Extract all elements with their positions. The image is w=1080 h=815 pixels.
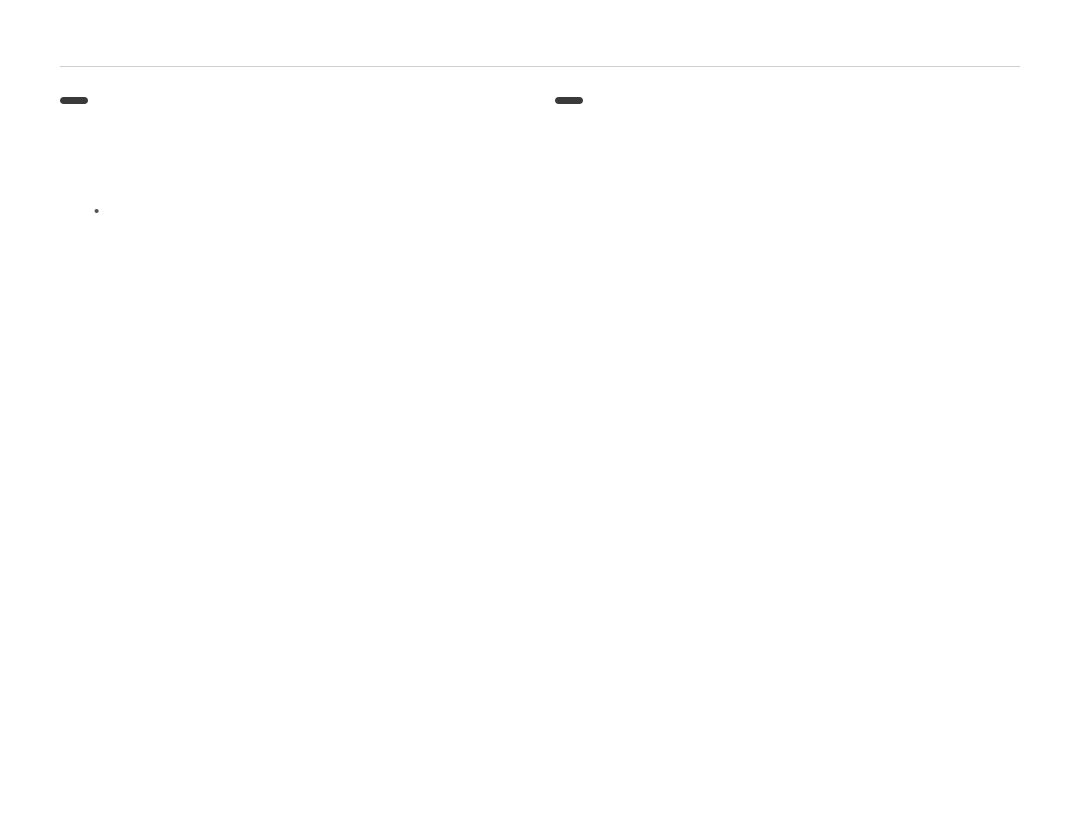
right-column — [555, 97, 1020, 292]
step-text — [583, 153, 1020, 178]
steps-delete-single — [60, 145, 525, 153]
arrow-icon — [96, 245, 100, 265]
step — [60, 243, 525, 268]
step-text — [88, 243, 525, 268]
steps-copy-to-card — [555, 145, 1020, 186]
steps-delete-multiple — [60, 177, 525, 193]
steps-delete-multiple-cont — [60, 203, 525, 211]
section-title — [60, 60, 1020, 67]
step — [555, 153, 1020, 178]
pill-copying-files — [555, 97, 583, 104]
arrow-icon — [583, 155, 587, 175]
two-column-layout — [60, 97, 1020, 292]
pill-deleting-files — [60, 97, 88, 104]
left-column — [60, 97, 525, 292]
page — [0, 0, 1080, 815]
steps-delete-all — [60, 235, 525, 268]
page-footer — [0, 775, 1080, 791]
